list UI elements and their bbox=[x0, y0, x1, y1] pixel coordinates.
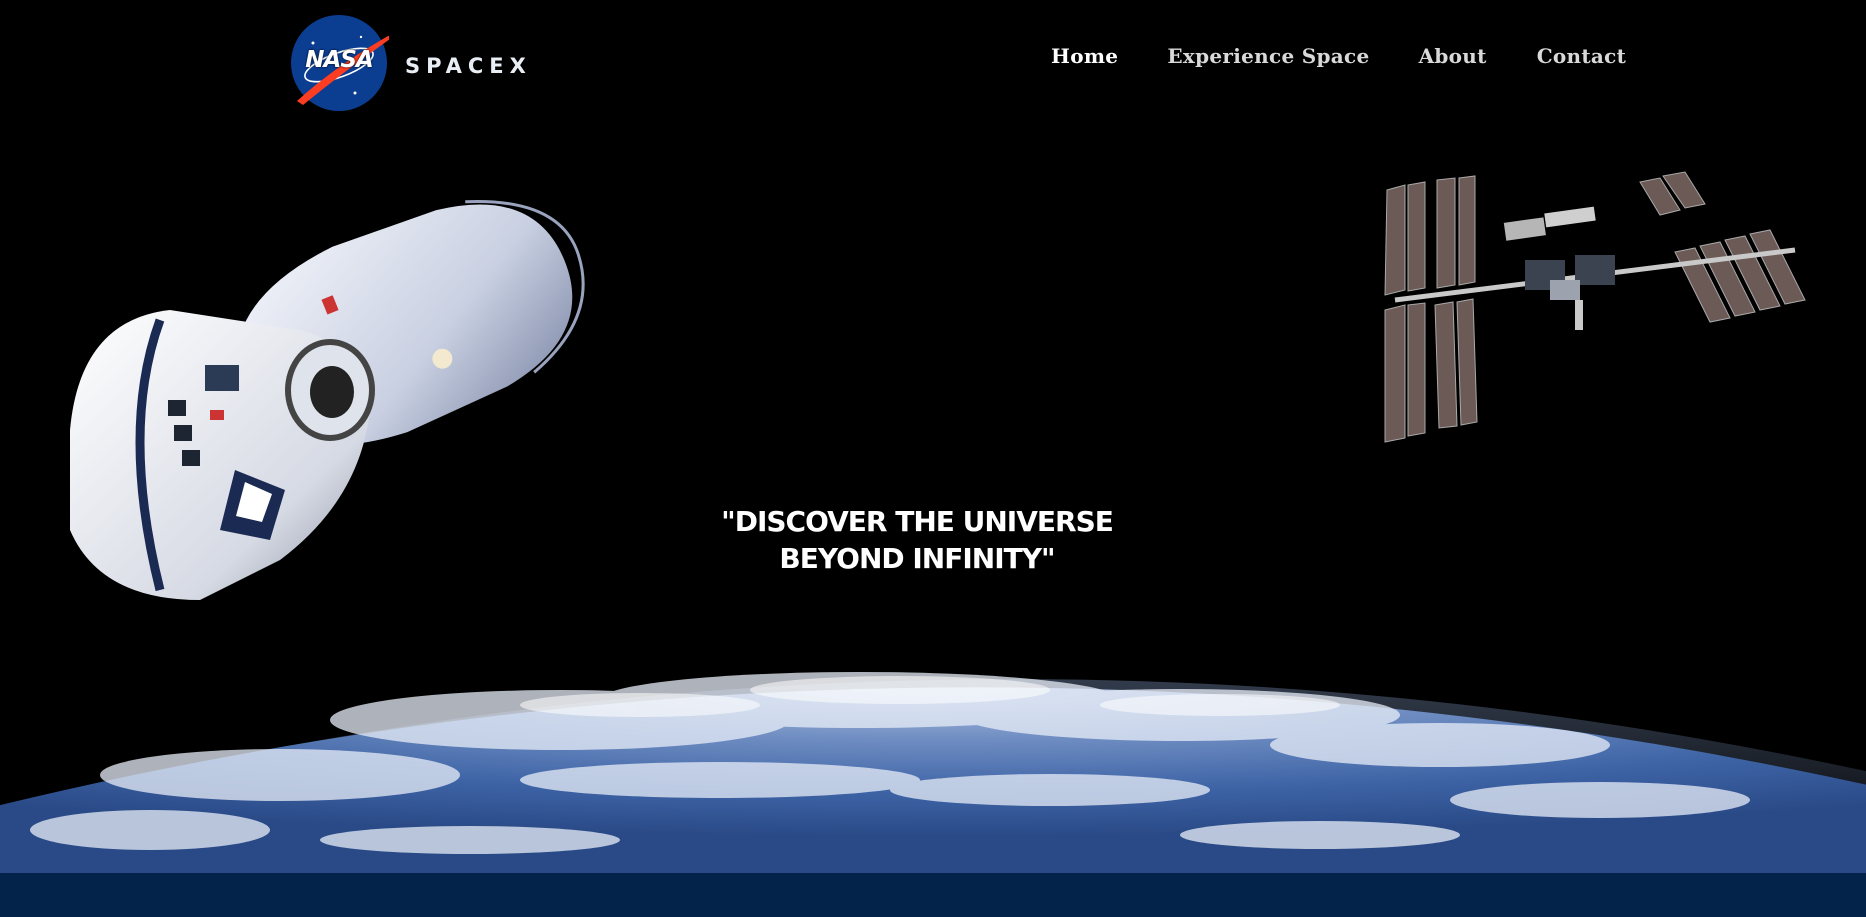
main-nav: Home Experience Space About Contact bbox=[1051, 44, 1626, 68]
spacecraft-capsules-illustration bbox=[70, 199, 585, 600]
footer-band bbox=[0, 873, 1866, 917]
site-logo[interactable]: NASA SPACEX bbox=[289, 14, 589, 112]
spacex-logo-text: SPACEX bbox=[405, 54, 532, 78]
nav-link-experience-space[interactable]: Experience Space bbox=[1167, 44, 1369, 68]
nasa-logo-icon: NASA bbox=[289, 13, 397, 113]
hero-tagline-line-2: BEYOND INFINITY" bbox=[779, 542, 1055, 575]
space-station-illustration bbox=[1384, 171, 1806, 443]
page: NASA SPACEX Home Experience Space About … bbox=[0, 0, 1866, 917]
hero-tagline: "DISCOVER THE UNIVERSE BEYOND INFINITY" bbox=[600, 503, 1234, 577]
hero-tagline-line-1: "DISCOVER THE UNIVERSE bbox=[721, 505, 1114, 538]
nasa-logo-text: NASA bbox=[305, 47, 373, 73]
nav-link-contact[interactable]: Contact bbox=[1537, 44, 1627, 68]
hero-section bbox=[0, 0, 1866, 873]
nav-link-home[interactable]: Home bbox=[1051, 44, 1118, 68]
nav-link-about[interactable]: About bbox=[1419, 44, 1487, 68]
